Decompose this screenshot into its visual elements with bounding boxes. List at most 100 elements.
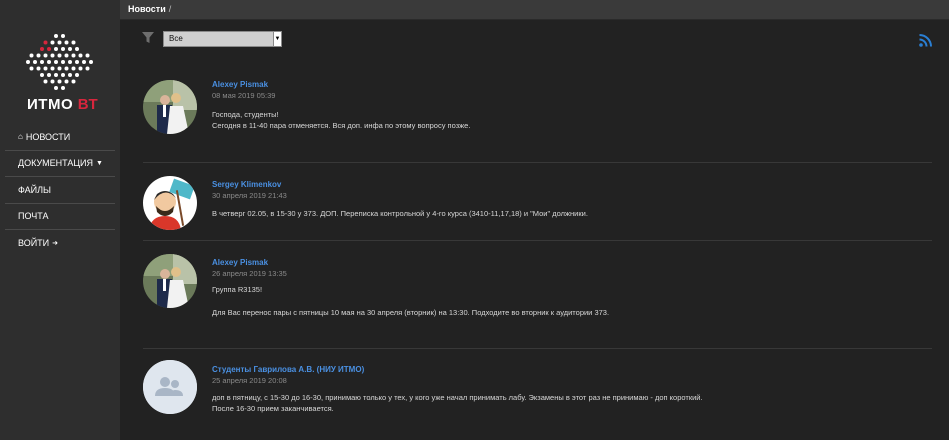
logo-dot (40, 47, 44, 51)
cartoon-avatar-icon (143, 176, 197, 230)
home-icon: ⌂ (18, 132, 23, 142)
logo-dot (89, 60, 93, 64)
logo-dot (75, 47, 79, 51)
logo-dot (61, 86, 65, 90)
logo-dot (57, 40, 62, 45)
post-text-line: Господа, студенты! (212, 110, 279, 119)
avatar[interactable] (143, 254, 197, 308)
sidebar-nav: ⌂ НОВОСТИ ДОКУМЕНТАЦИЯ ▼ ФАЙЛЫ ПОЧТА ВОЙ… (0, 124, 120, 257)
avatar[interactable] (143, 176, 197, 230)
breadcrumb-news[interactable]: Новости (128, 4, 166, 14)
post-author[interactable]: Alexey Pismak (212, 80, 268, 89)
logo-dot (71, 79, 76, 84)
logo-dot (78, 66, 83, 71)
post-text-line: доп в пятницу, с 15-30 до 16-30, принима… (212, 393, 703, 402)
logo-dot (61, 60, 65, 64)
logo-dot (47, 47, 51, 51)
logo-dots-icon (26, 34, 93, 90)
logo-text-accent: ВТ (77, 96, 99, 113)
news-post: Sergey Klimenkov 30 апреля 2019 21:43 В … (143, 176, 932, 232)
caret-down-icon: ▼ (95, 159, 103, 167)
logo-dot (54, 34, 58, 38)
nav-item-documentation-label: ДОКУМЕНТАЦИЯ (18, 158, 93, 169)
logo-dot (85, 53, 90, 58)
logo-dot (64, 66, 69, 71)
nav-item-files[interactable]: ФАЙЛЫ (5, 177, 115, 204)
post-divider (143, 162, 932, 163)
rss-icon[interactable] (919, 34, 932, 47)
post-text-line: Группа R3135! (212, 285, 263, 294)
logo-dot (29, 66, 34, 71)
logo-dot (50, 40, 55, 45)
post-author[interactable]: Alexey Pismak (212, 258, 268, 267)
nav-item-mail[interactable]: ПОЧТА (5, 204, 115, 230)
post-text-line: В четверг 02.05, в 15-30 у 373. ДОП. Пер… (212, 209, 588, 218)
avatar[interactable] (143, 80, 197, 134)
logo-dot (36, 53, 41, 58)
logo-dot (64, 40, 69, 45)
logo-dot (68, 73, 72, 77)
post-date: 26 апреля 2019 13:35 (212, 269, 287, 278)
logo-dot (29, 53, 34, 58)
post-date: 30 апреля 2019 21:43 (212, 191, 287, 200)
news-post: Alexey Pismak 08 мая 2019 05:39 Господа,… (143, 80, 932, 140)
logo-dot (61, 47, 65, 51)
nav-item-documentation[interactable]: ДОКУМЕНТАЦИЯ ▼ (5, 151, 115, 177)
logo-dot (57, 53, 62, 58)
filter-icon (142, 32, 154, 43)
logo-dot (71, 66, 76, 71)
post-text-line: После 16-30 прием заканчивается. (212, 404, 334, 413)
wedding-photo-icon (143, 80, 197, 134)
wedding-photo-icon (143, 254, 197, 308)
post-divider (143, 348, 932, 349)
nav-item-news-label: НОВОСТИ (25, 131, 71, 142)
logo-dot (57, 79, 62, 84)
avatar[interactable] (143, 360, 197, 414)
post-author[interactable]: Sergey Klimenkov (212, 180, 281, 189)
nav-item-files-label: ФАЙЛЫ (18, 184, 51, 195)
post-date: 08 мая 2019 05:39 (212, 91, 276, 100)
logo-dot (43, 79, 48, 84)
logo-dot (78, 53, 83, 58)
logo-dot (68, 60, 72, 64)
logo-text-main: ИТМО (27, 96, 74, 113)
logo-dot (40, 73, 44, 77)
nav-item-login[interactable]: ВОЙТИ ➜ (5, 230, 115, 257)
logo-dot (43, 40, 48, 45)
chevron-down-icon: ▼ (273, 32, 281, 46)
logo-dot (40, 60, 44, 64)
logo-dot (71, 53, 76, 58)
post-date: 25 апреля 2019 20:08 (212, 376, 287, 385)
filter-selected-value: Все (169, 34, 183, 43)
sidebar: ИТМО ВТ ⌂ НОВОСТИ ДОКУМЕНТАЦИЯ ▼ ФАЙЛЫ П… (0, 0, 120, 440)
logo-dot (36, 66, 41, 71)
post-text-line: Сегодня в 11-40 пара отменяется. Вся доп… (212, 121, 471, 130)
logo-dot (54, 47, 58, 51)
nav-item-login-label: ВОЙТИ (18, 238, 50, 249)
post-author[interactable]: Студенты Гаврилова А.В. (НИУ ИТМО) (212, 365, 364, 374)
logo-text: ИТМО ВТ (27, 96, 98, 113)
logo-dot (75, 73, 79, 77)
post-text-line: Для Вас перенос пары с пятницы 10 мая на… (212, 308, 610, 317)
logo-dot (64, 79, 69, 84)
logo-dot (75, 60, 79, 64)
filter-select[interactable]: Все ▼ (163, 31, 282, 47)
logo-dot (47, 73, 51, 77)
logo-dot (50, 53, 55, 58)
logo-dot (61, 73, 65, 77)
logo-dot (71, 40, 76, 45)
logo-dot (33, 60, 37, 64)
group-avatar-icon (143, 360, 197, 414)
logo-dot (47, 60, 51, 64)
top-bar: Новости / (120, 0, 949, 20)
breadcrumb-separator: / (168, 4, 172, 14)
logo-dot (54, 86, 58, 90)
logo-dot (50, 66, 55, 71)
nav-item-mail-label: ПОЧТА (18, 211, 49, 222)
news-post: Alexey Pismak 26 апреля 2019 13:35 Групп… (143, 254, 932, 334)
post-divider (143, 240, 932, 241)
logo-dot (61, 34, 65, 38)
logo-dot (54, 73, 58, 77)
logo-dot (54, 60, 58, 64)
nav-item-news[interactable]: ⌂ НОВОСТИ (5, 124, 115, 151)
